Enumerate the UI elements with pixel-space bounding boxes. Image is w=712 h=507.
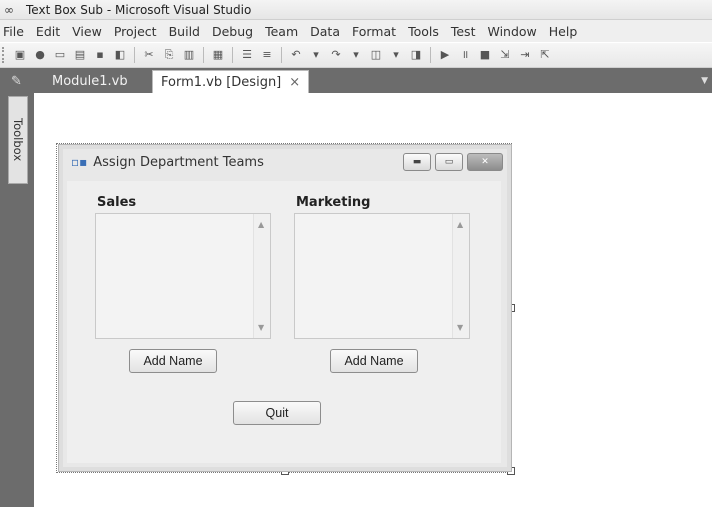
add-new-item-icon[interactable]: ▤ xyxy=(72,47,88,63)
toolbar-grip[interactable] xyxy=(2,47,7,63)
form-window-buttons: ▬ ▭ ✕ xyxy=(399,153,503,171)
new-project-icon[interactable]: ▣ xyxy=(12,47,28,63)
toolbox-wrench-icon[interactable]: ✎ xyxy=(11,74,22,89)
close-icon[interactable]: ✕ xyxy=(467,153,503,171)
window-title: Text Box Sub - Microsoft Visual Studio xyxy=(26,2,252,17)
navigate-backward-icon[interactable]: ◫ xyxy=(368,47,384,63)
redo-icon[interactable]: ↷ xyxy=(328,47,344,63)
paste-icon[interactable]: ▥ xyxy=(181,47,197,63)
scroll-down-icon[interactable]: ▼ xyxy=(457,323,463,332)
redo-dropdown-icon[interactable]: ▾ xyxy=(348,47,364,63)
undo-icon[interactable]: ↶ xyxy=(288,47,304,63)
left-dock-strip: ✎ Toolbox xyxy=(0,68,34,507)
sales-listbox[interactable]: ▲ ▼ xyxy=(95,213,271,339)
menu-build[interactable]: Build xyxy=(163,24,206,39)
menu-debug[interactable]: Debug xyxy=(206,24,259,39)
editor-area: ✎ Toolbox Module1.vb Form1.vb [Design] ×… xyxy=(0,68,712,507)
form-client-area: Sales Marketing ▲ ▼ ▲ ▼ Add Name Add Nam… xyxy=(67,181,501,463)
menu-format[interactable]: Format xyxy=(346,24,402,39)
comment-icon[interactable]: ☰ xyxy=(239,47,255,63)
menu-test[interactable]: Test xyxy=(445,24,482,39)
menu-tools[interactable]: Tools xyxy=(402,24,445,39)
form-title-bar: ▫▪ Assign Department Teams ▬ ▭ ✕ xyxy=(59,145,511,179)
scroll-up-icon[interactable]: ▲ xyxy=(258,220,264,229)
sales-listbox-scrollbar[interactable]: ▲ ▼ xyxy=(253,214,270,338)
design-surface[interactable]: ▫▪ Assign Department Teams ▬ ▭ ✕ Sales M… xyxy=(34,93,712,507)
cut-icon[interactable]: ✂ xyxy=(141,47,157,63)
undo-dropdown-icon[interactable]: ▾ xyxy=(308,47,324,63)
add-name-sales-button[interactable]: Add Name xyxy=(129,349,217,373)
menu-view[interactable]: View xyxy=(66,24,108,39)
tab-form1-design[interactable]: Form1.vb [Design] × xyxy=(152,70,310,93)
save-all-icon[interactable]: ◧ xyxy=(112,47,128,63)
menu-bar: File Edit View Project Build Debug Team … xyxy=(0,20,712,42)
sales-label: Sales xyxy=(97,195,137,210)
visual-studio-icon: ∞ xyxy=(4,2,14,17)
pause-icon[interactable]: ॥ xyxy=(457,47,473,63)
toolbar-separator xyxy=(430,47,431,63)
step-out-icon[interactable]: ⇱ xyxy=(537,47,553,63)
form-icon: ▫▪ xyxy=(71,155,88,169)
quit-button[interactable]: Quit xyxy=(233,401,321,425)
scroll-up-icon[interactable]: ▲ xyxy=(457,220,463,229)
tab-module1-label: Module1.vb xyxy=(52,73,128,89)
toolbar-separator xyxy=(134,47,135,63)
menu-help[interactable]: Help xyxy=(543,24,584,39)
tab-module1[interactable]: Module1.vb xyxy=(44,70,136,92)
menu-data[interactable]: Data xyxy=(304,24,346,39)
toolbox-tab-label: Toolbox xyxy=(11,118,25,162)
marketing-listbox[interactable]: ▲ ▼ xyxy=(294,213,470,339)
add-name-marketing-label: Add Name xyxy=(344,354,404,368)
menu-file[interactable]: File xyxy=(0,24,30,39)
title-bar: ∞ Text Box Sub - Microsoft Visual Studio xyxy=(0,0,712,20)
marketing-listbox-scrollbar[interactable]: ▲ ▼ xyxy=(452,214,469,338)
menu-window[interactable]: Window xyxy=(481,24,542,39)
step-into-icon[interactable]: ⇲ xyxy=(497,47,513,63)
menu-project[interactable]: Project xyxy=(108,24,163,39)
tab-form1-label: Form1.vb [Design] xyxy=(161,74,282,90)
minimize-icon[interactable]: ▬ xyxy=(403,153,431,171)
uncomment-icon[interactable]: ≡ xyxy=(259,47,275,63)
add-name-sales-label: Add Name xyxy=(143,354,203,368)
navigate-forward-icon[interactable]: ◨ xyxy=(408,47,424,63)
form1-window[interactable]: ▫▪ Assign Department Teams ▬ ▭ ✕ Sales M… xyxy=(58,144,512,472)
copy-icon[interactable]: ⎘ xyxy=(161,47,177,63)
document-tab-strip: Module1.vb Form1.vb [Design] × ▼ xyxy=(34,68,712,93)
menu-team[interactable]: Team xyxy=(259,24,304,39)
open-file-icon[interactable]: ▭ xyxy=(52,47,68,63)
maximize-icon[interactable]: ▭ xyxy=(435,153,463,171)
toolbox-tab[interactable]: Toolbox xyxy=(8,96,28,184)
toolbar-separator xyxy=(203,47,204,63)
step-over-icon[interactable]: ⇥ xyxy=(517,47,533,63)
quit-label: Quit xyxy=(265,406,289,420)
close-tab-icon[interactable]: × xyxy=(289,75,300,90)
save-icon[interactable]: ▪ xyxy=(92,47,108,63)
standard-toolbar: ▣ ● ▭ ▤ ▪ ◧ ✂ ⎘ ▥ ▦ ☰ ≡ ↶ ▾ ↷ ▾ ◫ ▾ ◨ ▶ … xyxy=(0,43,712,68)
scroll-down-icon[interactable]: ▼ xyxy=(258,323,264,332)
menu-edit[interactable]: Edit xyxy=(30,24,66,39)
toolbar-separator xyxy=(232,47,233,63)
toolbar-separator xyxy=(281,47,282,63)
start-debugging-icon[interactable]: ▶ xyxy=(437,47,453,63)
add-name-marketing-button[interactable]: Add Name xyxy=(330,349,418,373)
navigate-dropdown-icon[interactable]: ▾ xyxy=(388,47,404,63)
form-title: Assign Department Teams xyxy=(93,154,264,170)
find-icon[interactable]: ▦ xyxy=(210,47,226,63)
stop-icon[interactable]: ■ xyxy=(477,47,493,63)
tab-dropdown-icon[interactable]: ▼ xyxy=(701,76,708,86)
add-item-icon[interactable]: ● xyxy=(32,47,48,63)
marketing-label: Marketing xyxy=(296,195,371,210)
